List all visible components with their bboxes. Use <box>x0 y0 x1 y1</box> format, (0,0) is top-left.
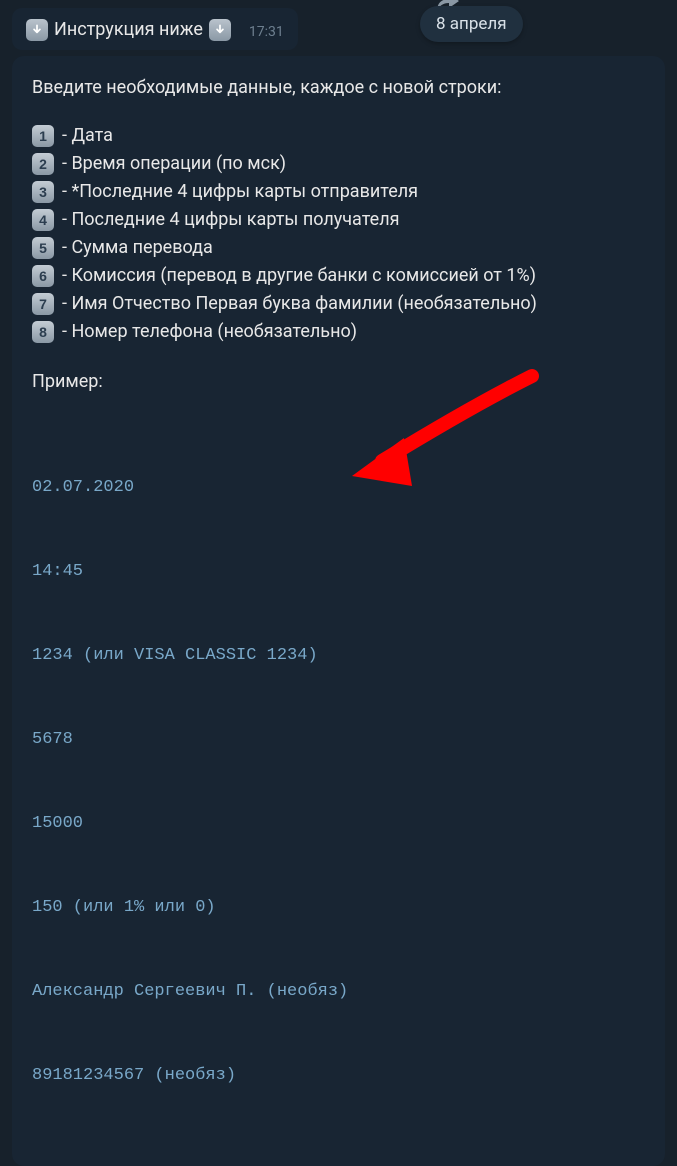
keycap-icon: 7 <box>32 293 54 315</box>
list-item-label: - Комиссия (перевод в другие банки с ком… <box>62 262 536 290</box>
intro-text: Введите необходимые данные, каждое с нов… <box>32 74 645 102</box>
message-bubble-instruction[interactable]: Инструкция ниже 17:31 <box>12 8 298 50</box>
code-line: 150 (или 1% или 0) <box>32 894 645 922</box>
code-line: 1234 (или VISA CLASSIC 1234) <box>32 642 645 670</box>
down-arrow-icon <box>26 19 48 41</box>
keycap-icon: 5 <box>32 237 54 259</box>
list-item-label: - *Последние 4 цифры карты отправителя <box>62 178 418 206</box>
code-line: 02.07.2020 <box>32 474 645 502</box>
list-item: 8 - Номер телефона (необязательно) <box>32 318 645 346</box>
list-item-label: - Сумма перевода <box>62 234 213 262</box>
keycap-icon: 6 <box>32 265 54 287</box>
keycap-icon: 3 <box>32 181 54 203</box>
list-item-label: - Имя Отчество Первая буква фамилии (нео… <box>62 290 537 318</box>
keycap-icon: 1 <box>32 125 54 147</box>
list-item: 2 - Время операции (по мск) <box>32 150 645 178</box>
list-item: 7 - Имя Отчество Первая буква фамилии (н… <box>32 290 645 318</box>
date-badge: 8 апреля <box>420 6 523 42</box>
code-line: 89181234567 (необяз) <box>32 1062 645 1090</box>
list-item-label: - Номер телефона (необязательно) <box>62 318 357 346</box>
list-item-label: - Время операции (по мск) <box>62 150 286 178</box>
field-list: 1 - Дата 2 - Время операции (по мск) 3 -… <box>32 122 645 346</box>
code-line: 14:45 <box>32 558 645 586</box>
list-item: 6 - Комиссия (перевод в другие банки с к… <box>32 262 645 290</box>
code-line: Александр Сергеевич П. (необяз) <box>32 978 645 1006</box>
list-item: 5 - Сумма перевода <box>32 234 645 262</box>
list-item: 4 - Последние 4 цифры карты получателя <box>32 206 645 234</box>
keycap-icon: 2 <box>32 153 54 175</box>
list-item-label: - Последние 4 цифры карты получателя <box>62 206 400 234</box>
message-time: 17:31 <box>249 24 284 42</box>
keycap-icon: 8 <box>32 321 54 343</box>
keycap-icon: 4 <box>32 209 54 231</box>
example-label: Пример: <box>32 368 645 396</box>
code-line: 5678 <box>32 726 645 754</box>
list-item: 3 - *Последние 4 цифры карты отправителя <box>32 178 645 206</box>
list-item: 1 - Дата <box>32 122 645 150</box>
message-bubble-main[interactable]: Введите необходимые данные, каждое с нов… <box>12 56 665 1166</box>
example-code: 02.07.2020 14:45 1234 (или VISA CLASSIC … <box>32 418 645 1146</box>
code-line: 15000 <box>32 810 645 838</box>
instruction-text: Инструкция ниже <box>54 18 203 42</box>
list-item-label: - Дата <box>62 122 113 150</box>
down-arrow-icon <box>209 19 231 41</box>
